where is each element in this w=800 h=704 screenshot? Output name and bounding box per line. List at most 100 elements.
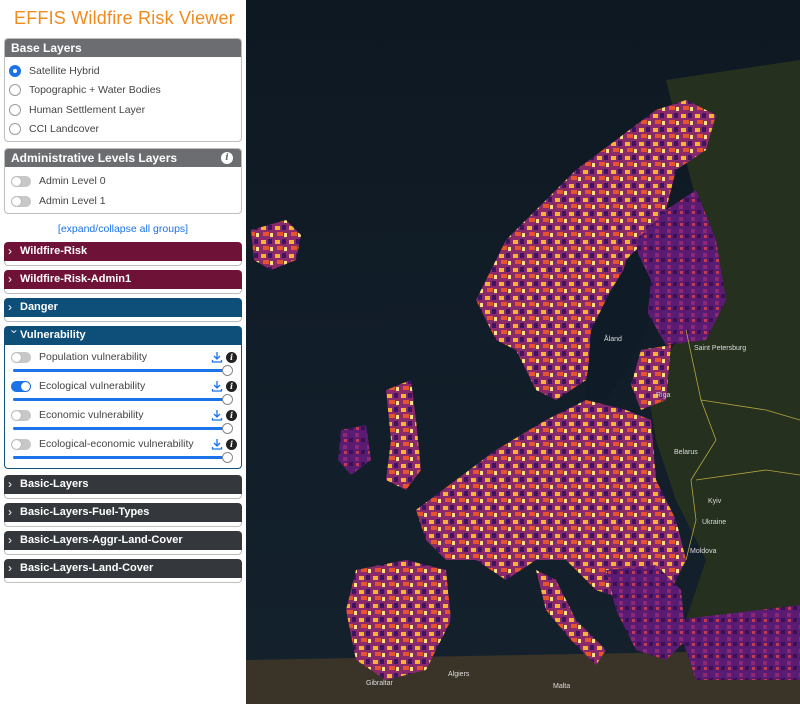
admin-level-label: Admin Level 0: [39, 175, 106, 187]
group-title: Basic-Layers: [20, 478, 89, 490]
info-icon[interactable]: i: [226, 351, 237, 363]
layer-toggle[interactable]: [11, 380, 31, 392]
layer-toggle[interactable]: [11, 409, 31, 421]
group-header-wildfire-risk[interactable]: › Wildfire-Risk: [4, 242, 242, 261]
group-header-basic-land-cover[interactable]: › Basic-Layers-Land-Cover: [4, 559, 242, 578]
group-header-basic-aggr-land-cover[interactable]: › Basic-Layers-Aggr-Land-Cover: [4, 531, 242, 550]
radio-button[interactable]: [9, 123, 21, 136]
download-icon[interactable]: [211, 380, 223, 392]
vuln-layer-eco-economic: Ecological-economic vulnerability i: [9, 435, 237, 464]
chevron-right-icon: ›: [8, 533, 12, 547]
vulnerability-layers: Population vulnerability i Ecological vu…: [4, 345, 242, 469]
base-layer-label: CCI Landcover: [29, 123, 100, 136]
group-title: Danger: [20, 301, 58, 313]
group-header-vulnerability[interactable]: › Vulnerability: [4, 326, 242, 345]
group-footer: [4, 494, 242, 499]
admin-level-0-toggle[interactable]: [11, 175, 31, 187]
vuln-layer-economic: Economic vulnerability i: [9, 406, 237, 435]
group-wildfire-risk: › Wildfire-Risk: [4, 242, 242, 266]
base-layer-label: Topographic + Water Bodies: [29, 84, 161, 97]
group-title: Basic-Layers-Land-Cover: [20, 562, 154, 574]
base-layers-panel: Base Layers Satellite Hybrid Topographic…: [4, 38, 242, 142]
group-title: Wildfire-Risk-Admin1: [20, 273, 132, 285]
admin-layers-list: Admin Level 0 Admin Level 1: [5, 167, 241, 213]
opacity-slider[interactable]: [13, 452, 233, 463]
base-layers-header: Base Layers: [5, 39, 241, 57]
map-label-riga: Riga: [656, 392, 671, 399]
opacity-slider[interactable]: [13, 394, 233, 405]
chevron-right-icon: ›: [8, 272, 12, 286]
base-layer-satellite[interactable]: Satellite Hybrid: [9, 61, 237, 81]
admin-level-1-toggle[interactable]: [11, 195, 31, 207]
group-footer: [4, 261, 242, 266]
admin-level-0-row: Admin Level 0: [9, 171, 237, 191]
group-footer: [4, 317, 242, 322]
expand-collapse-link[interactable]: [expand/collapse all groups]: [4, 220, 242, 238]
info-icon[interactable]: i: [226, 380, 237, 392]
map-label-algiers: Algiers: [448, 671, 470, 678]
base-layer-label: Satellite Hybrid: [29, 64, 100, 77]
layer-label: Ecological-economic vulnerability: [39, 438, 194, 450]
map-label-belarus: Belarus: [674, 449, 698, 456]
group-footer: [4, 522, 242, 527]
vuln-layer-population: Population vulnerability i: [9, 348, 237, 377]
layer-sidebar: EFFIS Wildfire Risk Viewer Base Layers S…: [0, 0, 246, 704]
radio-button[interactable]: [9, 64, 21, 77]
group-title: Basic-Layers-Fuel-Types: [20, 506, 150, 518]
info-icon[interactable]: i: [226, 438, 237, 450]
group-basic-fuel-types: › Basic-Layers-Fuel-Types: [4, 503, 242, 527]
app-title: EFFIS Wildfire Risk Viewer: [14, 8, 235, 28]
map-label-kyiv: Kyiv: [708, 498, 722, 505]
group-header-basic-fuel-types[interactable]: › Basic-Layers-Fuel-Types: [4, 503, 242, 522]
slider-handle[interactable]: [222, 452, 233, 463]
chevron-right-icon: ›: [8, 300, 12, 314]
group-basic-aggr-land-cover: › Basic-Layers-Aggr-Land-Cover: [4, 531, 242, 555]
radio-button[interactable]: [9, 103, 21, 116]
map-label-moldova: Moldova: [690, 548, 717, 555]
group-danger: › Danger: [4, 298, 242, 322]
slider-handle[interactable]: [222, 365, 233, 376]
chevron-right-icon: ›: [8, 561, 12, 575]
opacity-slider[interactable]: [13, 365, 233, 376]
group-wildfire-risk-admin1: › Wildfire-Risk-Admin1: [4, 270, 242, 294]
base-layers-list: Satellite Hybrid Topographic + Water Bod…: [5, 57, 241, 141]
base-layer-label: Human Settlement Layer: [29, 103, 146, 116]
base-layer-topographic[interactable]: Topographic + Water Bodies: [9, 81, 237, 101]
group-title: Vulnerability: [20, 329, 86, 341]
map-view[interactable]: Åland Riga Saint Petersburg Belarus Kyiv…: [246, 0, 800, 704]
chevron-right-icon: ›: [8, 477, 12, 491]
map-label-ukraine: Ukraine: [702, 519, 726, 526]
group-basic-layers: › Basic-Layers: [4, 475, 242, 499]
download-icon[interactable]: [211, 438, 223, 450]
map-label-malta: Malta: [553, 683, 570, 690]
layer-label: Ecological vulnerability: [39, 380, 146, 392]
radio-button[interactable]: [9, 84, 21, 97]
group-basic-land-cover: › Basic-Layers-Land-Cover: [4, 559, 242, 583]
map-label-st-petersburg: Saint Petersburg: [694, 345, 746, 352]
download-icon[interactable]: [211, 351, 223, 363]
layer-toggle[interactable]: [11, 351, 31, 363]
info-icon[interactable]: i: [226, 409, 237, 421]
group-vulnerability: › Vulnerability Population vulnerability…: [4, 326, 242, 469]
admin-level-1-row: Admin Level 1: [9, 191, 237, 211]
opacity-slider[interactable]: [13, 423, 233, 434]
group-title: Wildfire-Risk: [20, 245, 88, 257]
info-icon[interactable]: i: [221, 152, 233, 164]
map-canvas[interactable]: Åland Riga Saint Petersburg Belarus Kyiv…: [246, 0, 800, 704]
admin-layers-header: Administrative Levels Layers i: [5, 149, 241, 167]
base-layer-settlement[interactable]: Human Settlement Layer: [9, 100, 237, 120]
group-header-wildfire-risk-admin1[interactable]: › Wildfire-Risk-Admin1: [4, 270, 242, 289]
group-header-basic-layers[interactable]: › Basic-Layers: [4, 475, 242, 494]
download-icon[interactable]: [211, 409, 223, 421]
slider-handle[interactable]: [222, 423, 233, 434]
group-footer: [4, 578, 242, 583]
map-label-aland: Åland: [604, 334, 622, 343]
group-header-danger[interactable]: › Danger: [4, 298, 242, 317]
vuln-layer-ecological: Ecological vulnerability i: [9, 377, 237, 406]
slider-handle[interactable]: [222, 394, 233, 405]
layer-toggle[interactable]: [11, 438, 31, 450]
layer-label: Population vulnerability: [39, 351, 147, 363]
admin-level-label: Admin Level 1: [39, 195, 106, 207]
base-layer-cci[interactable]: CCI Landcover: [9, 120, 237, 140]
group-title: Basic-Layers-Aggr-Land-Cover: [20, 534, 183, 546]
